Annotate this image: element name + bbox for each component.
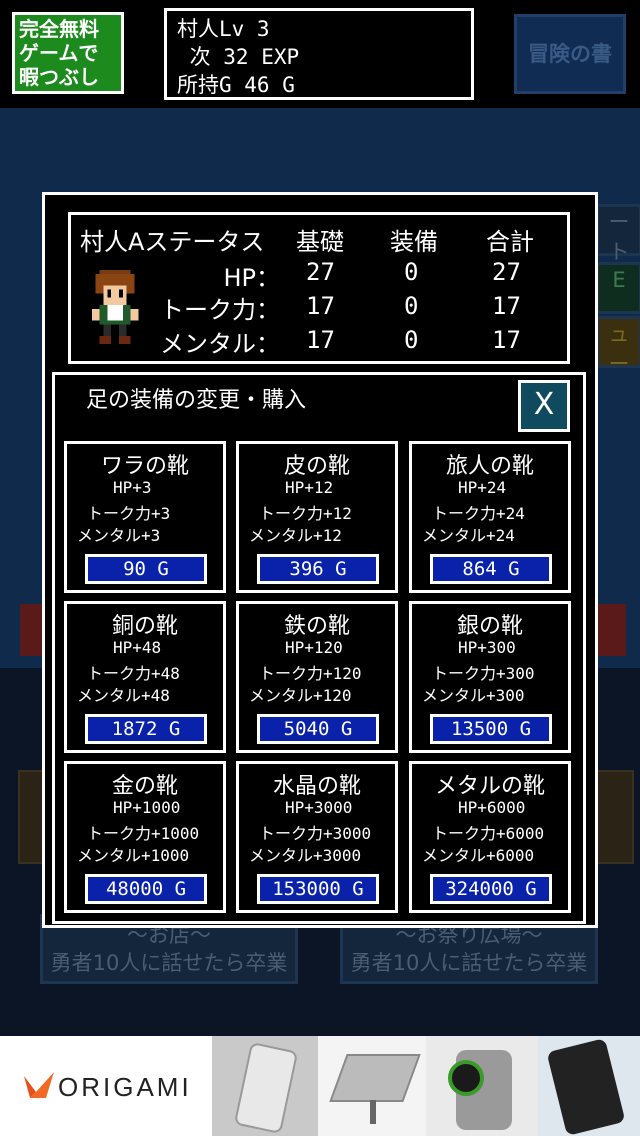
item-mental: メンタル+3 [77,526,161,545]
item-mental: メンタル+6000 [422,846,535,865]
festival-button-sub: 勇者10人に話せたら卒業 [350,951,588,975]
player-level: 村人Lv 3 [177,17,270,41]
item-talk: トーク力+300 [432,664,535,683]
stat-label-talk: トーク力： [160,296,280,324]
item-name: メタルの靴 [434,774,545,799]
buy-button[interactable]: 864 G [430,554,552,584]
close-icon: X [533,387,555,422]
stat-total-talk: 17 [492,292,521,320]
stat-total-mental: 17 [492,326,521,354]
item-name: 旅人の靴 [445,454,534,479]
stat-equip-talk: 0 [404,292,419,320]
stat-base-talk: 17 [306,292,335,320]
item-card[interactable]: ワラの靴 HP+3 トーク力+3 メンタル+3 90 G [64,441,226,593]
ad-brand: ORIGAMI [58,1072,192,1102]
item-talk: トーク力+3000 [259,824,372,843]
item-mental: メンタル+1000 [77,846,190,865]
buy-button[interactable]: 153000 G [257,874,379,904]
header-total: 合計 [486,228,534,256]
next-exp: 次 32 EXP [177,45,300,69]
item-mental: メンタル+120 [249,686,352,705]
header-base: 基礎 [296,228,344,256]
item-card[interactable]: 銀の靴 HP+300 トーク力+300 メンタル+300 13500 G [409,601,571,753]
item-mental: メンタル+48 [77,686,170,705]
buy-button[interactable]: 324000 G [430,874,552,904]
ad-product-phone-case-image [212,1036,318,1136]
item-card[interactable]: 鉄の靴 HP+120 トーク力+120 メンタル+120 5040 G [236,601,398,753]
item-hp: HP+24 [458,478,507,497]
logo-line: 暇つぶし [19,65,99,89]
item-card[interactable]: 金の靴 HP+1000 トーク力+1000 メンタル+1000 48000 G [64,761,226,913]
item-mental: メンタル+300 [422,686,525,705]
player-status-box: 村人Lv 3 次 32 EXP 所持G 46 G [164,8,474,100]
buy-button[interactable]: 48000 G [85,874,207,904]
item-name: 金の靴 [111,774,178,799]
villager-sprite-icon [91,270,139,344]
bg-side-button-1: ート [596,204,640,264]
logo-line: 完全無料 [19,17,99,41]
bg-side-button-3: ュー [596,316,640,376]
item-name: 銀の靴 [456,614,523,639]
logo-line: ゲームで [19,41,99,65]
ad-product-stand-image [318,1036,426,1136]
adventure-book-button: 冒険の書 [514,14,626,94]
item-card[interactable]: 水晶の靴 HP+3000 トーク力+3000 メンタル+3000 153000 … [236,761,398,913]
buy-button[interactable]: 396 G [257,554,379,584]
item-hp: HP+300 [458,638,516,657]
item-hp: HP+3000 [285,798,353,817]
item-name: 皮の靴 [283,454,350,479]
ad-product-lens-image [426,1036,538,1136]
item-card[interactable]: 銅の靴 HP+48 トーク力+48 メンタル+48 1872 G [64,601,226,753]
header-equip: 装備 [390,228,438,256]
origami-crane-icon [24,1072,54,1098]
item-name: ワラの靴 [100,454,189,479]
stat-base-mental: 17 [306,326,335,354]
app-logo[interactable]: 完全無料 ゲームで 暇つぶし [12,12,124,94]
stat-equip-hp: 0 [404,258,419,286]
bg-side-button-2: E [596,262,640,314]
item-hp: HP+1000 [113,798,181,817]
item-hp: HP+12 [285,478,334,497]
buy-button[interactable]: 1872 G [85,714,207,744]
item-name: 鉄の靴 [283,614,350,639]
item-name: 水晶の靴 [272,774,361,799]
status-title: 村人Aステータス [80,228,265,256]
item-name: 銅の靴 [111,614,178,639]
stat-label-mental: メンタル： [160,330,280,358]
stat-total-hp: 27 [492,258,521,286]
buy-button[interactable]: 13500 G [430,714,552,744]
item-hp: HP+120 [285,638,343,657]
item-talk: トーク力+48 [87,664,180,683]
buy-button[interactable]: 90 G [85,554,207,584]
item-hp: HP+3 [113,478,152,497]
stat-base-hp: 27 [306,258,335,286]
item-hp: HP+6000 [458,798,526,817]
item-card[interactable]: 旅人の靴 HP+24 トーク力+24 メンタル+24 864 G [409,441,571,593]
ad-product-waterproof-case-image [538,1036,640,1136]
item-hp: HP+48 [113,638,162,657]
item-talk: トーク力+120 [259,664,362,683]
item-mental: メンタル+3000 [249,846,362,865]
item-talk: トーク力+12 [259,504,352,523]
item-talk: トーク力+24 [432,504,525,523]
gold-amount: 所持G 46 G [177,73,295,97]
shop-title: 足の装備の変更・購入 [86,388,307,413]
stat-equip-mental: 0 [404,326,419,354]
item-talk: トーク力+3 [87,504,171,523]
buy-button[interactable]: 5040 G [257,714,379,744]
stat-label-hp: HP： [223,264,280,292]
item-mental: メンタル+12 [249,526,342,545]
item-card[interactable]: 皮の靴 HP+12 トーク力+12 メンタル+12 396 G [236,441,398,593]
bg-help-button [596,604,626,656]
item-card[interactable]: メタルの靴 HP+6000 トーク力+6000 メンタル+6000 324000… [409,761,571,913]
item-talk: トーク力+1000 [87,824,200,843]
shop-button-sub: 勇者10人に話せたら卒業 [50,951,288,975]
close-button[interactable]: X [518,380,570,432]
item-talk: トーク力+6000 [432,824,545,843]
item-mental: メンタル+24 [422,526,515,545]
